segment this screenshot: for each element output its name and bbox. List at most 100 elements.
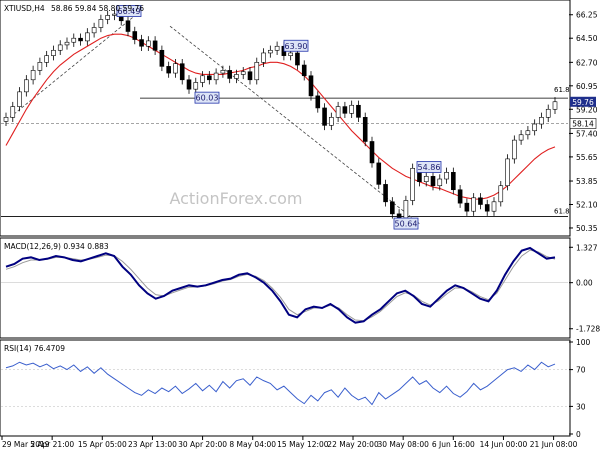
candle-body bbox=[268, 49, 273, 54]
candle-body bbox=[430, 176, 436, 187]
candle-body bbox=[484, 204, 490, 212]
candle-body bbox=[315, 95, 321, 109]
price-y-tick-label: 55.65 bbox=[576, 153, 598, 162]
price-label-text: 54.86 bbox=[418, 163, 441, 172]
price-label-text: 50.64 bbox=[395, 220, 418, 229]
level-price-text: 58.14 bbox=[572, 119, 594, 128]
candle-body bbox=[240, 71, 246, 75]
macd-panel-frame bbox=[0, 237, 571, 339]
candle-body bbox=[112, 13, 117, 16]
candle-body bbox=[179, 63, 185, 81]
candle-body bbox=[505, 158, 510, 187]
candle-body bbox=[85, 32, 90, 42]
x-tick-label: 15 May 12:00 bbox=[277, 440, 329, 449]
candle-body bbox=[356, 104, 361, 118]
candle-body bbox=[132, 31, 138, 40]
candle-body bbox=[146, 40, 151, 47]
candle-body bbox=[152, 40, 158, 51]
price-y-tick-label: 52.10 bbox=[576, 200, 598, 209]
candle-body bbox=[322, 107, 327, 126]
macd-y-tick-label: 1.327 bbox=[576, 243, 598, 252]
candle-body bbox=[376, 162, 382, 185]
candle-body bbox=[342, 106, 348, 114]
candle-body bbox=[193, 82, 199, 90]
candle-body bbox=[17, 91, 22, 107]
candle-body bbox=[64, 41, 70, 46]
candle-body bbox=[207, 75, 212, 81]
candle-body bbox=[247, 71, 253, 81]
macd-panel-label: MACD(12,26,9) 0.934 0.883 bbox=[4, 242, 109, 251]
candle-body bbox=[539, 117, 544, 125]
price-label-text: 63.90 bbox=[285, 42, 308, 51]
candle-body bbox=[24, 79, 29, 93]
candle-body bbox=[78, 37, 83, 42]
candle-body bbox=[362, 117, 368, 142]
candle-body bbox=[3, 117, 9, 122]
candle-body bbox=[437, 178, 443, 187]
candle-body bbox=[451, 172, 456, 191]
candle-body bbox=[478, 197, 483, 205]
candle-body bbox=[383, 184, 388, 203]
candle-body bbox=[44, 55, 49, 63]
candle-body bbox=[91, 27, 97, 34]
candle-body bbox=[491, 201, 497, 212]
candle-body bbox=[545, 108, 551, 118]
price-y-tick-label: 57.40 bbox=[576, 129, 598, 138]
candle-body bbox=[512, 139, 517, 160]
watermark: ActionForex.com bbox=[169, 189, 302, 208]
candle-body bbox=[498, 185, 504, 203]
candle-body bbox=[457, 189, 463, 204]
rsi-y-tick-label: 30 bbox=[576, 402, 586, 411]
candle-body bbox=[227, 70, 232, 79]
candle-body bbox=[159, 49, 165, 67]
candle-body bbox=[274, 45, 280, 51]
rsi-y-tick-label: 100 bbox=[576, 338, 591, 347]
candle-body bbox=[254, 62, 260, 81]
candle-body bbox=[98, 19, 104, 28]
x-tick-label: 22 May 20:00 bbox=[327, 440, 379, 449]
price-y-tick-label: 64.50 bbox=[576, 34, 598, 43]
candle-body bbox=[71, 37, 77, 43]
candle-body bbox=[200, 75, 205, 83]
candle-body bbox=[261, 52, 266, 63]
candle-body bbox=[125, 20, 131, 32]
candle-body bbox=[396, 213, 402, 219]
candle-body bbox=[166, 66, 171, 74]
candle-body bbox=[186, 79, 192, 90]
rsi-panel-label: RSI(14) 76.4709 bbox=[4, 344, 65, 353]
candle-body bbox=[173, 63, 178, 74]
candle-body bbox=[308, 75, 314, 97]
fib-level-label: 61.8 bbox=[554, 86, 570, 94]
price-panel-label: XTIUSD,H4 58.86 59.84 58.80 59.76 bbox=[4, 4, 144, 13]
candle-body bbox=[329, 117, 334, 126]
candle-body bbox=[301, 64, 307, 77]
rsi-y-tick-label: 0 bbox=[576, 430, 581, 439]
macd-y-tick-label: 0.00 bbox=[576, 279, 593, 288]
candle-body bbox=[390, 201, 395, 215]
current-price-text: 59.76 bbox=[572, 98, 594, 107]
price-y-tick-label: 62.70 bbox=[576, 58, 598, 67]
fib-level-label: 61.8 bbox=[554, 208, 570, 216]
x-tick-label: 8 May 04:00 bbox=[229, 440, 276, 449]
price-y-tick-label: 60.95 bbox=[576, 82, 598, 91]
candle-body bbox=[57, 44, 63, 51]
macd-y-tick-label: -1.728 bbox=[576, 325, 600, 334]
candle-body bbox=[423, 176, 429, 182]
symbol-timeframe: XTIUSD,H4 bbox=[4, 4, 45, 13]
x-tick-label: 6 Jun 16:00 bbox=[432, 440, 475, 449]
x-tick-label: 5 Apr 21:00 bbox=[30, 440, 74, 449]
price-label-text: 60.03 bbox=[196, 94, 219, 103]
candle-body bbox=[51, 49, 56, 56]
candle-body bbox=[234, 74, 239, 79]
candle-body bbox=[471, 197, 476, 212]
x-tick-label: 14 Jun 00:00 bbox=[480, 440, 528, 449]
candle-body bbox=[30, 70, 36, 81]
price-y-tick-label: 50.35 bbox=[576, 224, 598, 233]
x-tick-label: 21 Jun 08:00 bbox=[530, 440, 578, 449]
candle-body bbox=[335, 106, 341, 118]
candle-body bbox=[37, 62, 43, 71]
xtiusd-chart: ActionForex.com 66.4963.9060.0354.8650.6… bbox=[0, 0, 600, 449]
candle-body bbox=[220, 70, 226, 74]
candle-body bbox=[288, 52, 293, 56]
rsi-y-tick-label: 70 bbox=[576, 366, 586, 375]
